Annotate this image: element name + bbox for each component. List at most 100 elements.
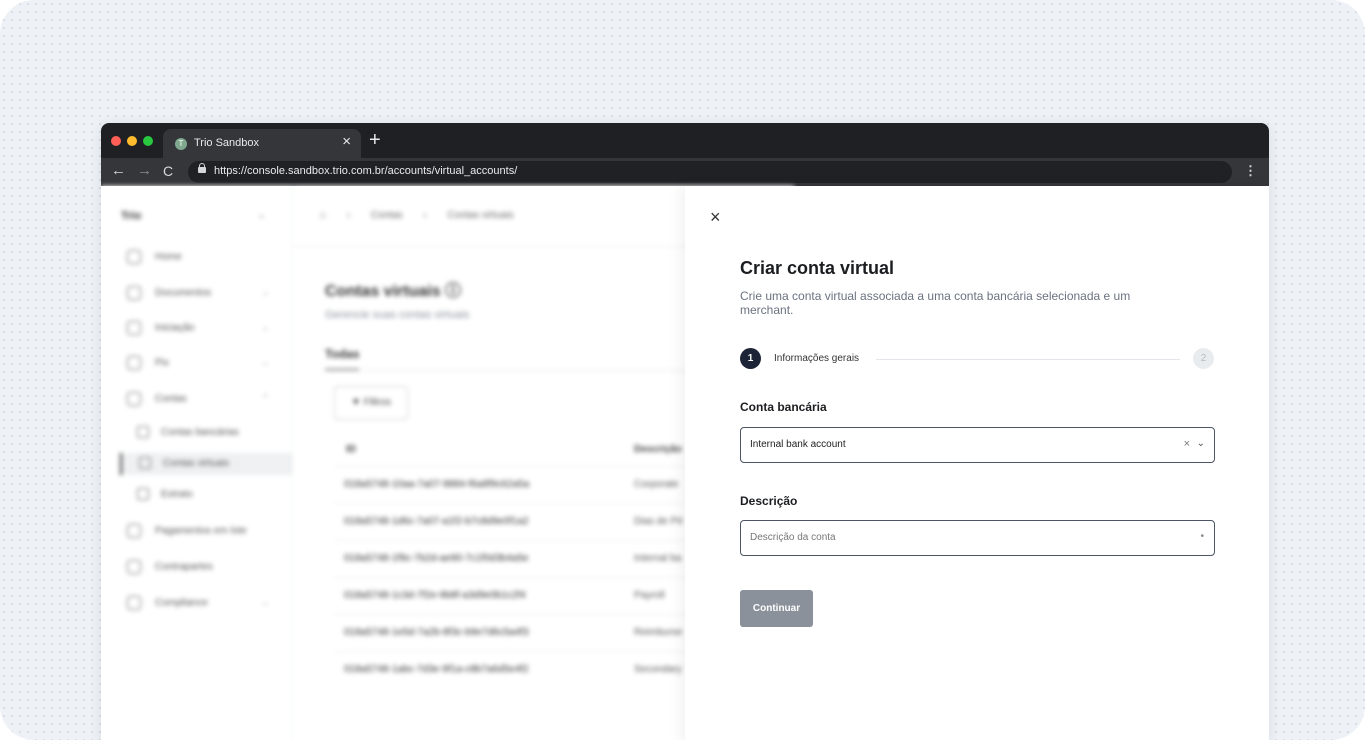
step-1-label: Informações gerais <box>774 353 860 364</box>
step-1-indicator: 1 <box>740 348 761 369</box>
filter-label: Filtros <box>363 397 391 408</box>
description-field-wrapper: • <box>740 520 1215 556</box>
sidebar-item-pix[interactable]: Pix ⌄ <box>127 356 277 372</box>
browser-tab[interactable]: T Trio Sandbox × <box>163 129 361 158</box>
minimize-window-button[interactable] <box>127 136 137 146</box>
sidebar-item-label: Pix <box>155 357 169 369</box>
sidebar-subitem-contas-bancarias[interactable]: Contas bancárias <box>137 422 277 444</box>
bank-account-value: Internal bank account <box>750 439 846 450</box>
bank-account-select[interactable]: Internal bank account × ⌄ <box>740 427 1215 463</box>
new-tab-icon[interactable]: + <box>369 129 381 151</box>
close-window-button[interactable] <box>111 136 121 146</box>
home-icon <box>127 250 141 264</box>
org-name[interactable]: Trio <box>121 210 141 222</box>
drawer-subtitle: Crie uma conta virtual associada a uma c… <box>740 289 1131 317</box>
clear-icon[interactable]: × <box>1184 438 1190 450</box>
row-id: 018a5748-1abc-7d3e-9f1a-c8b7a6d5e4f2 <box>344 664 529 675</box>
chevron-down-icon: ⌄ <box>257 209 267 221</box>
chevron-down-icon: ⌄ <box>261 597 269 607</box>
breadcrumb-separator: › <box>423 210 427 221</box>
description-label: Descrição <box>740 494 798 508</box>
info-icon[interactable]: ⓘ <box>445 283 461 300</box>
home-icon[interactable]: ⌂ <box>320 210 326 221</box>
page-title-text: Contas virtuais <box>325 283 441 300</box>
sidebar-item-compliance[interactable]: Compliance ⌄ <box>127 596 277 612</box>
sidebar-subitem-extrato[interactable]: Extrato <box>137 484 277 506</box>
maximize-window-button[interactable] <box>143 136 153 146</box>
create-virtual-account-drawer: × Criar conta virtual Crie uma conta vir… <box>685 186 1269 740</box>
column-header-description: Descrição <box>634 444 682 455</box>
favicon-icon: T <box>175 138 187 150</box>
sidebar-item-home[interactable]: Home <box>127 250 277 266</box>
breadcrumb: ⌂ › Contas › Contas virtuais <box>320 210 532 221</box>
sidebar-item-label: Contas <box>155 393 187 405</box>
bank-account-icon <box>137 426 149 439</box>
pix-icon <box>127 356 141 370</box>
row-description: Corporate <box>634 479 679 490</box>
description-input[interactable] <box>741 521 1190 553</box>
drawer-title: Criar conta virtual <box>740 258 895 278</box>
step-connector <box>876 359 1180 360</box>
forward-icon[interactable]: → <box>137 161 152 181</box>
row-description: Payroll <box>634 590 665 601</box>
bank-account-label: Conta bancária <box>740 400 827 414</box>
sidebar-item-label: Home <box>155 251 182 263</box>
sidebar-item-contrapartes[interactable]: Contrapartes <box>127 560 277 576</box>
column-header-id: ID <box>346 444 356 455</box>
background-frame: T Trio Sandbox × + ← → C https://console… <box>0 0 1365 740</box>
close-icon[interactable]: × <box>710 208 721 226</box>
address-bar: ← → C https://console.sandbox.trio.com.b… <box>101 158 1269 186</box>
lock-icon <box>198 163 206 173</box>
plus-icon <box>127 321 141 335</box>
continue-button[interactable]: Continuar <box>740 590 813 627</box>
row-description: Reimburse <box>634 627 683 638</box>
tab-close-icon[interactable]: × <box>342 134 351 150</box>
bank-icon <box>127 392 141 406</box>
statement-icon <box>137 488 149 501</box>
sidebar: Trio ⌄ Home Documentos ⌄ Iniciação ⌄ Pix ⌄ … <box>101 186 294 740</box>
row-id: 018a5748-1d6c-7a07-a1f2-b7c8d9e0f1a2 <box>344 516 529 527</box>
row-id: 018a5748-10aa-7a07-9884-f6a8f9c62a5a <box>344 479 530 490</box>
breadcrumb-separator: › <box>346 210 351 221</box>
row-description: Dias de Pé <box>634 516 683 527</box>
users-icon <box>127 560 141 574</box>
sidebar-item-iniciacao[interactable]: Iniciação ⌄ <box>127 321 277 337</box>
browser-window: T Trio Sandbox × + ← → C https://console… <box>101 123 1269 740</box>
back-icon[interactable]: ← <box>111 161 126 181</box>
chevron-up-icon: ⌃ <box>261 393 269 403</box>
browser-tab-bar: T Trio Sandbox × + <box>101 123 1269 158</box>
sidebar-item-label: Compliance <box>155 597 208 609</box>
sidebar-subitem-label: Contas virtuais <box>163 458 230 469</box>
sidebar-subitem-contas-virtuais[interactable]: Contas virtuais <box>120 453 294 475</box>
tab-todas[interactable]: Todas <box>325 347 360 371</box>
breadcrumb-item[interactable]: Contas virtuais <box>448 210 514 221</box>
row-id: 018a5748-1f9c-7b2d-ae90-7c1f0d3b4a5e <box>344 553 529 564</box>
tab-title: Trio Sandbox <box>194 137 260 149</box>
sidebar-item-pagamentos-em-lote[interactable]: Pagamentos em lote <box>127 524 277 540</box>
chevron-down-icon: ⌄ <box>261 287 269 297</box>
virtual-account-icon <box>139 457 151 470</box>
step-2-indicator: 2 <box>1193 348 1214 369</box>
row-description: Secondary <box>634 664 682 675</box>
url-field[interactable]: https://console.sandbox.trio.com.br/acco… <box>188 161 1232 183</box>
sidebar-subitem-label: Extrato <box>161 489 193 500</box>
page-content: Trio ⌄ Home Documentos ⌄ Iniciação ⌄ Pix ⌄ … <box>101 186 1269 740</box>
sidebar-item-label: Contrapartes <box>155 561 213 573</box>
sidebar-item-label: Documentos <box>155 287 212 299</box>
reload-icon[interactable]: C <box>163 161 173 181</box>
browser-menu-icon[interactable]: ⋮ <box>1244 162 1257 180</box>
shield-icon <box>127 596 141 610</box>
page-title: Contas virtuais ⓘ <box>325 277 461 301</box>
page-subtitle: Gerencie suas contas virtuais <box>325 309 470 321</box>
sidebar-item-documentos[interactable]: Documentos ⌄ <box>127 286 277 302</box>
url-text: https://console.sandbox.trio.com.br/acco… <box>214 165 518 177</box>
row-description: Internal ba <box>634 553 682 564</box>
chevron-down-icon[interactable]: ⌄ <box>1197 437 1205 451</box>
breadcrumb-item[interactable]: Contas <box>371 210 403 221</box>
sidebar-item-label: Iniciação <box>155 322 195 334</box>
filter-button[interactable]: ▼ Filtros <box>334 386 408 420</box>
row-id: 018a5748-1e5d-7a2b-8f3c-b9e7d6c5a4f3 <box>344 627 529 638</box>
sidebar-subitem-label: Contas bancárias <box>161 427 239 438</box>
sidebar-item-contas[interactable]: Contas ⌃ <box>127 392 277 408</box>
batch-icon <box>127 524 141 538</box>
